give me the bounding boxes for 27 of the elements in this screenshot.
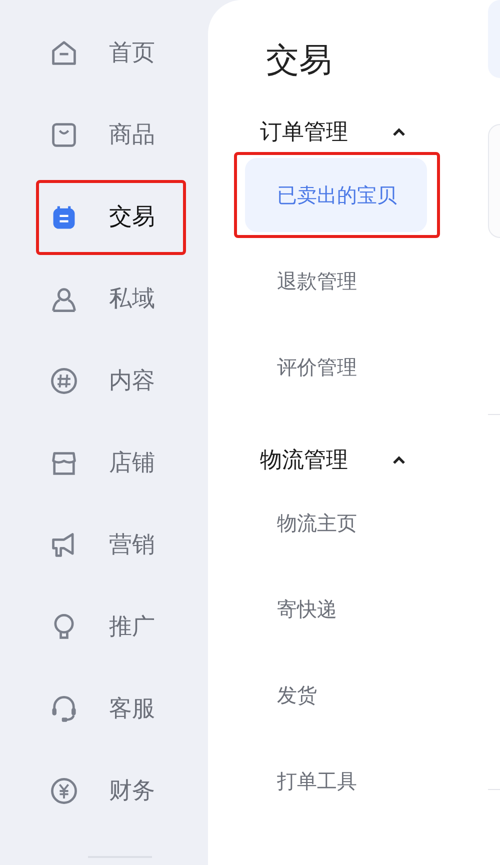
- submenu-item[interactable]: 发货: [245, 658, 427, 732]
- headset-icon: [49, 694, 79, 724]
- bag-icon: [49, 120, 79, 150]
- section-header[interactable]: 物流管理: [236, 440, 412, 480]
- nav-item[interactable]: 营销: [39, 529, 161, 561]
- nav-item[interactable]: 交易: [39, 201, 161, 233]
- nav-item[interactable]: 首页: [39, 37, 161, 69]
- caret-icon: [392, 455, 406, 465]
- hash-icon: [49, 366, 79, 396]
- section-header[interactable]: 订单管理: [236, 112, 412, 152]
- nav-item[interactable]: 内容: [39, 365, 161, 397]
- submenu-item[interactable]: 物流主页: [245, 486, 427, 560]
- yen-icon: [49, 776, 79, 806]
- home-icon: [49, 38, 79, 68]
- nav-item[interactable]: 店铺: [39, 447, 161, 479]
- nav-item[interactable]: 商品: [39, 119, 161, 151]
- submenu-item[interactable]: 打单工具: [245, 744, 427, 818]
- nav-item[interactable]: 客服: [39, 693, 161, 725]
- submenu-item[interactable]: 寄快递: [245, 572, 427, 646]
- nav-item[interactable]: 私域: [39, 283, 161, 315]
- nav-item[interactable]: 财务: [39, 775, 161, 807]
- submenu-item[interactable]: 评价管理: [245, 330, 427, 404]
- caret-icon: [392, 127, 406, 137]
- submenu-item[interactable]: 已卖出的宝贝: [245, 158, 427, 232]
- page-title: 交易: [266, 39, 332, 81]
- submenu-item[interactable]: 退款管理: [245, 244, 427, 318]
- nav-item[interactable]: 推广: [39, 611, 161, 643]
